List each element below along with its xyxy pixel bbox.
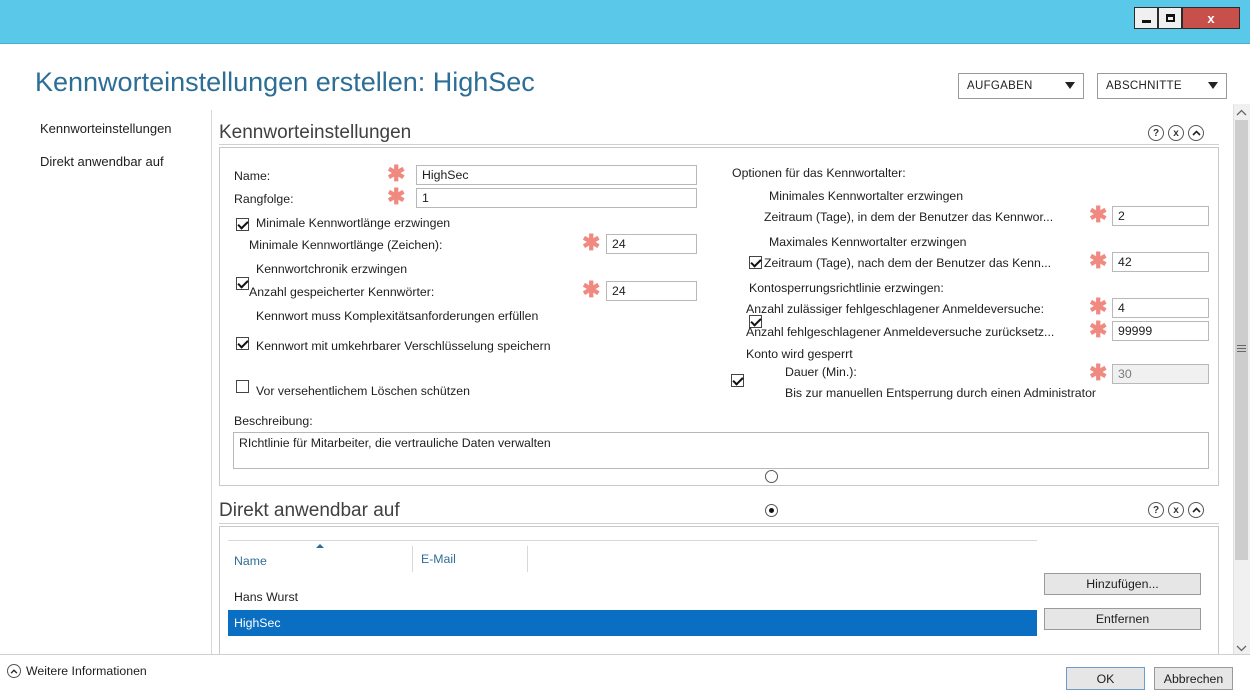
column-header-email[interactable]: E-Mail — [421, 552, 456, 566]
required-icon: ✱ — [1089, 202, 1108, 227]
row-name: HighSec — [234, 616, 281, 630]
table-top-border — [228, 540, 1037, 541]
title-bar — [0, 0, 1250, 44]
grip-icon — [1237, 345, 1246, 352]
protect-deletion-checkbox-label[interactable]: Vor versehentlichem Löschen schützen — [256, 384, 470, 398]
history-checkbox-label[interactable]: Kennwortchronik erzwingen — [256, 262, 407, 276]
nav-divider — [211, 110, 212, 655]
column-divider[interactable] — [412, 546, 413, 572]
reset-counter-field[interactable]: 99999 — [1112, 321, 1209, 341]
name-label: Name: — [234, 169, 271, 183]
min-age-label: Zeitraum (Tage), in dem der Benutzer das… — [764, 210, 1054, 224]
close-icon: x — [1207, 10, 1215, 26]
footer-divider — [0, 654, 1250, 655]
reset-counter-label: Anzahl fehlgeschlagener Anmeldeversuche … — [746, 325, 1055, 339]
maximize-icon — [1165, 14, 1175, 22]
maximize-button[interactable] — [1158, 7, 1182, 29]
required-icon: ✱ — [1089, 294, 1108, 319]
required-icon: ✱ — [1089, 360, 1108, 385]
manual-unlock-radio-label[interactable]: Bis zur manuellen Entsperrung durch eine… — [785, 386, 1096, 400]
history-checkbox[interactable] — [236, 277, 249, 290]
more-info-label: Weitere Informationen — [26, 664, 147, 678]
age-options-label: Optionen für das Kennwortalter: — [732, 166, 906, 180]
lockout-checkbox-label[interactable]: Kontosperrungsrichtlinie erzwingen: — [749, 281, 944, 295]
tasks-label: AUFGABEN — [967, 80, 1033, 92]
required-icon: ✱ — [1089, 317, 1108, 342]
table-row-selected[interactable]: HighSec — [228, 610, 1037, 636]
close-section-icon[interactable]: x — [1168, 502, 1184, 518]
max-age-field[interactable]: 42 — [1112, 252, 1209, 272]
complexity-checkbox[interactable] — [236, 337, 249, 350]
max-age-label: Zeitraum (Tage), nach dem der Benutzer d… — [764, 256, 1052, 270]
min-age-checkbox[interactable] — [749, 256, 762, 269]
name-field[interactable]: HighSec — [416, 165, 697, 185]
chevron-down-icon — [1208, 82, 1218, 89]
lockout-checkbox[interactable] — [731, 374, 744, 387]
nav-item-password-settings[interactable]: Kennworteinstellungen — [40, 121, 172, 136]
min-length-checkbox-label[interactable]: Minimale Kennwortlänge erzwingen — [256, 216, 450, 230]
help-icon[interactable]: ? — [1148, 125, 1164, 141]
ok-button[interactable]: OK — [1066, 667, 1145, 690]
section-controls-password: ? x — [1148, 125, 1204, 141]
sections-label: ABSCHNITTE — [1106, 80, 1182, 92]
min-length-label: Minimale Kennwortlänge (Zeichen): — [249, 238, 443, 252]
add-button[interactable]: Hinzufügen... — [1044, 573, 1201, 595]
section-controls-applies-to: ? x — [1148, 502, 1204, 518]
minimize-button[interactable] — [1134, 7, 1158, 29]
precedence-field[interactable]: 1 — [416, 188, 697, 208]
required-icon: ✱ — [387, 184, 406, 209]
manual-unlock-radio[interactable] — [765, 504, 778, 517]
min-length-checkbox[interactable] — [236, 218, 249, 231]
expand-icon — [7, 664, 21, 678]
scroll-down-icon[interactable] — [1236, 641, 1247, 655]
account-locked-label: Konto wird gesperrt — [746, 347, 853, 361]
precedence-label: Rangfolge: — [234, 192, 294, 206]
nav-item-applies-to[interactable]: Direkt anwendbar auf — [40, 154, 164, 169]
page-title: Kennworteinstellungen erstellen: HighSec — [35, 67, 535, 97]
required-icon: ✱ — [387, 161, 406, 186]
sort-ascending-icon — [316, 544, 324, 548]
more-info-toggle[interactable]: Weitere Informationen — [7, 664, 147, 678]
description-label: Beschreibung: — [234, 414, 313, 428]
history-label: Anzahl gespeicherter Kennwörter: — [249, 285, 435, 299]
close-section-icon[interactable]: x — [1168, 125, 1184, 141]
table-row[interactable]: Hans Wurst — [228, 585, 1037, 609]
reversible-encryption-checkbox[interactable] — [236, 380, 249, 393]
section-title-password: Kennworteinstellungen — [219, 122, 412, 143]
duration-radio[interactable] — [765, 470, 778, 483]
help-icon[interactable]: ? — [1148, 502, 1164, 518]
collapse-icon[interactable] — [1188, 502, 1204, 518]
tasks-dropdown[interactable]: AUFGABEN — [958, 73, 1084, 99]
section-title-applies-to: Direkt anwendbar auf — [219, 500, 400, 521]
scroll-up-icon[interactable] — [1236, 108, 1247, 119]
sections-dropdown[interactable]: ABSCHNITTE — [1097, 73, 1227, 99]
remove-button[interactable]: Entfernen — [1044, 608, 1201, 630]
chevron-down-icon — [1065, 82, 1075, 89]
minimize-icon — [1141, 19, 1151, 23]
description-field[interactable]: RIchtlinie für Mitarbeiter, die vertraul… — [233, 432, 1209, 469]
min-age-field[interactable]: 2 — [1112, 206, 1209, 226]
collapse-icon[interactable] — [1188, 125, 1204, 141]
required-icon: ✱ — [582, 230, 601, 255]
scrollbar-thumb[interactable] — [1235, 120, 1248, 560]
close-button[interactable]: x — [1182, 7, 1240, 29]
min-length-field[interactable]: 24 — [606, 234, 697, 254]
min-age-checkbox-label[interactable]: Minimales Kennwortalter erzwingen — [769, 189, 963, 203]
section-underline — [219, 144, 1219, 145]
failed-attempts-label: Anzahl zulässiger fehlgeschlagener Anmel… — [746, 302, 1045, 316]
history-field[interactable]: 24 — [606, 281, 697, 301]
column-divider[interactable] — [527, 546, 528, 572]
section-underline — [219, 523, 1219, 524]
reversible-encryption-checkbox-label[interactable]: Kennwort mit umkehrbarer Verschlüsselung… — [256, 339, 551, 353]
required-icon: ✱ — [1089, 248, 1108, 273]
cancel-button[interactable]: Abbrechen — [1154, 667, 1233, 690]
column-header-name[interactable]: Name — [234, 554, 267, 568]
max-age-checkbox-label[interactable]: Maximales Kennwortalter erzwingen — [769, 235, 967, 249]
required-icon: ✱ — [582, 277, 601, 302]
failed-attempts-field[interactable]: 4 — [1112, 298, 1209, 318]
duration-radio-label[interactable]: Dauer (Min.): — [785, 365, 857, 379]
row-name: Hans Wurst — [234, 590, 299, 604]
duration-field[interactable]: 30 — [1112, 364, 1209, 384]
complexity-checkbox-label[interactable]: Kennwort muss Komplexitätsanforderungen … — [256, 309, 538, 323]
